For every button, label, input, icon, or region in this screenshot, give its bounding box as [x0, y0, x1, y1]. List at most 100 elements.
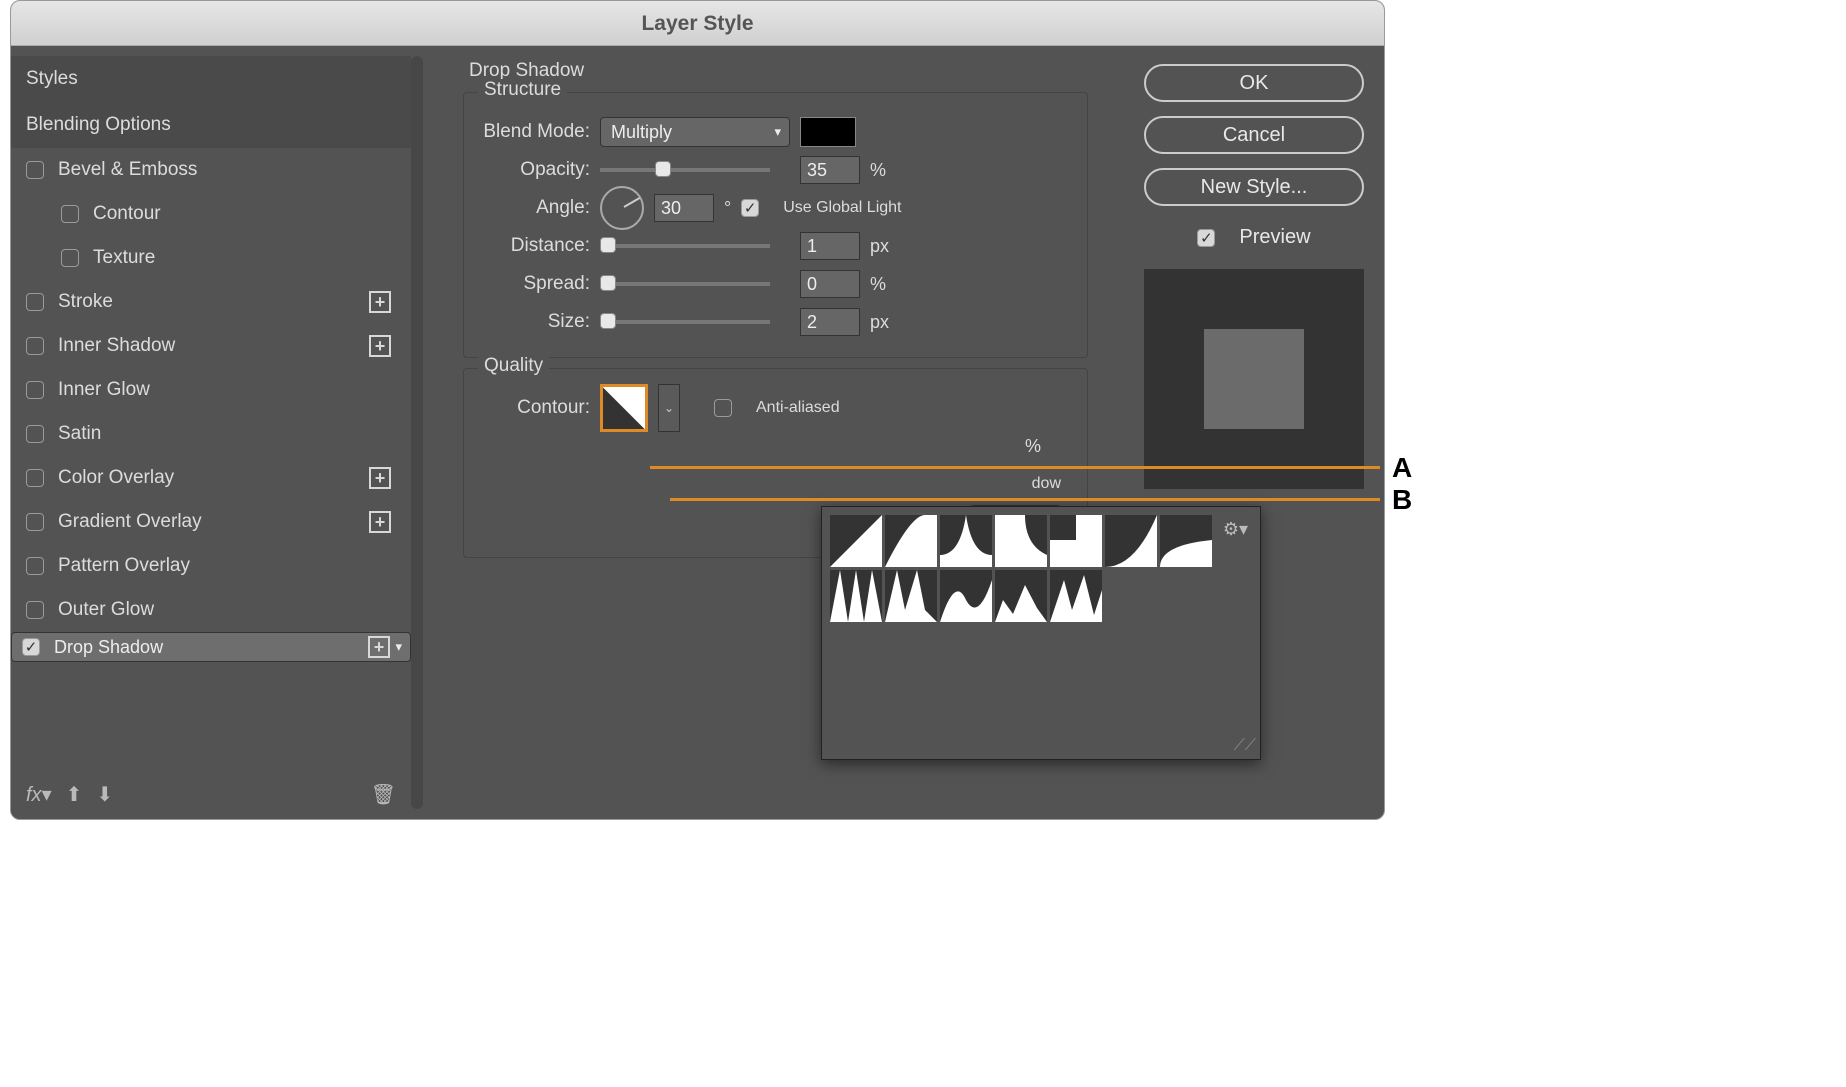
- effect-label: Stroke: [58, 291, 113, 313]
- distance-label: Distance:: [480, 235, 590, 257]
- contour-preset-1[interactable]: [830, 515, 882, 567]
- blend-mode-label: Blend Mode:: [480, 121, 590, 143]
- add-effect-icon[interactable]: +: [369, 467, 391, 489]
- contour-swatch[interactable]: [600, 384, 648, 432]
- contour-preset-11[interactable]: [995, 570, 1047, 622]
- spread-unit: %: [870, 274, 886, 295]
- opacity-input[interactable]: [800, 156, 860, 184]
- add-effect-icon[interactable]: +: [368, 636, 390, 658]
- effect-checkbox[interactable]: [61, 249, 79, 267]
- effect-label: Satin: [58, 423, 101, 445]
- move-up-icon[interactable]: ⬆: [66, 782, 83, 807]
- anti-aliased-checkbox[interactable]: [714, 399, 732, 417]
- obscured-text: dow: [1032, 475, 1061, 493]
- contour-presets-panel: ⚙▾ ⟋⟋: [821, 506, 1261, 760]
- contour-preset-12[interactable]: [1050, 570, 1102, 622]
- contour-preset-10[interactable]: [940, 570, 992, 622]
- size-input[interactable]: [800, 308, 860, 336]
- cancel-button[interactable]: Cancel: [1144, 116, 1364, 154]
- contour-preset-9[interactable]: [885, 570, 937, 622]
- effect-item-inner-shadow[interactable]: Inner Shadow+: [11, 324, 411, 368]
- effect-item-texture[interactable]: Texture: [11, 236, 411, 280]
- new-style-button[interactable]: New Style...: [1144, 168, 1364, 206]
- spread-slider[interactable]: [600, 282, 770, 286]
- contour-preset-4[interactable]: [995, 515, 1047, 567]
- angle-unit: °: [724, 198, 731, 219]
- anti-aliased-label: Anti-aliased: [756, 399, 840, 417]
- global-light-checkbox[interactable]: ✓: [741, 199, 759, 217]
- effect-label: Outer Glow: [58, 599, 154, 621]
- effect-checkbox[interactable]: [26, 425, 44, 443]
- opacity-label: Opacity:: [480, 159, 590, 181]
- effect-checkbox[interactable]: [26, 337, 44, 355]
- effect-item-outer-glow[interactable]: Outer Glow: [11, 588, 411, 632]
- distance-input[interactable]: [800, 232, 860, 260]
- contour-preset-7[interactable]: [1160, 515, 1212, 567]
- shadow-color-swatch[interactable]: [800, 117, 856, 147]
- effect-checkbox[interactable]: [26, 513, 44, 531]
- global-light-label: Use Global Light: [783, 199, 901, 217]
- callout-b: B: [1392, 484, 1412, 516]
- size-slider[interactable]: [600, 320, 770, 324]
- contour-dropdown-icon[interactable]: ⌄: [658, 384, 680, 432]
- ok-button[interactable]: OK: [1144, 64, 1364, 102]
- opacity-slider[interactable]: [600, 168, 770, 172]
- effect-label: Contour: [93, 203, 161, 225]
- sidebar-scrollbar[interactable]: [411, 56, 423, 809]
- effect-item-pattern-overlay[interactable]: Pattern Overlay: [11, 544, 411, 588]
- effect-label: Texture: [93, 247, 155, 269]
- effect-item-color-overlay[interactable]: Color Overlay+: [11, 456, 411, 500]
- noise-unit: %: [1025, 436, 1041, 457]
- effect-item-bevel-emboss[interactable]: Bevel & Emboss: [11, 148, 411, 192]
- presets-gear-icon[interactable]: ⚙▾: [1223, 519, 1248, 540]
- effect-label: Bevel & Emboss: [58, 159, 197, 181]
- spread-input[interactable]: [800, 270, 860, 298]
- effect-checkbox[interactable]: [26, 469, 44, 487]
- effect-item-drop-shadow[interactable]: ✓Drop Shadow+: [11, 632, 411, 662]
- contour-preset-5[interactable]: [1050, 515, 1102, 567]
- blend-mode-select[interactable]: Multiply: [600, 117, 790, 147]
- effect-item-stroke[interactable]: Stroke +: [11, 280, 411, 324]
- resize-handle-icon[interactable]: ⟋⟋: [1234, 737, 1256, 755]
- effect-checkbox[interactable]: [26, 557, 44, 575]
- add-effect-icon[interactable]: +: [369, 291, 391, 313]
- angle-input[interactable]: [654, 194, 714, 222]
- distance-unit: px: [870, 236, 889, 257]
- effect-checkbox[interactable]: [26, 601, 44, 619]
- effect-checkbox[interactable]: [26, 381, 44, 399]
- contour-preset-2[interactable]: [885, 515, 937, 567]
- size-label: Size:: [480, 311, 590, 333]
- contour-label: Contour:: [480, 397, 590, 419]
- title-bar: Layer Style: [11, 1, 1384, 46]
- contour-preset-8[interactable]: [830, 570, 882, 622]
- trash-icon[interactable]: 🗑: [371, 782, 396, 807]
- effect-item-inner-glow[interactable]: Inner Glow: [11, 368, 411, 412]
- settings-panel: Drop Shadow Structure Blend Mode: Multip…: [427, 46, 1124, 819]
- effect-checkbox[interactable]: [26, 293, 44, 311]
- preview-label: Preview: [1239, 226, 1310, 249]
- size-unit: px: [870, 312, 889, 333]
- add-effect-icon[interactable]: +: [369, 511, 391, 533]
- effect-item-gradient-overlay[interactable]: Gradient Overlay +: [11, 500, 411, 544]
- styles-header[interactable]: Styles: [11, 56, 411, 102]
- blending-options-header[interactable]: Blending Options: [11, 102, 411, 148]
- callout-line-a: [650, 466, 1380, 469]
- effect-label: Inner Glow: [58, 379, 150, 401]
- effect-item-satin[interactable]: Satin: [11, 412, 411, 456]
- fx-menu-icon[interactable]: fx▾: [26, 782, 52, 807]
- contour-preset-6[interactable]: [1105, 515, 1157, 567]
- effect-checkbox[interactable]: [26, 161, 44, 179]
- add-effect-icon[interactable]: +: [369, 335, 391, 357]
- move-down-icon[interactable]: ⬇: [96, 782, 113, 807]
- preview-checkbox[interactable]: ✓: [1197, 229, 1215, 247]
- angle-label: Angle:: [480, 197, 590, 219]
- contour-preset-3[interactable]: [940, 515, 992, 567]
- opacity-unit: %: [870, 160, 886, 181]
- effect-checkbox[interactable]: [61, 205, 79, 223]
- preview-box: [1144, 269, 1364, 489]
- effect-label: Gradient Overlay: [58, 511, 202, 533]
- effect-checkbox[interactable]: ✓: [22, 638, 40, 656]
- distance-slider[interactable]: [600, 244, 770, 248]
- effect-item-contour[interactable]: Contour: [11, 192, 411, 236]
- angle-dial[interactable]: [600, 186, 644, 230]
